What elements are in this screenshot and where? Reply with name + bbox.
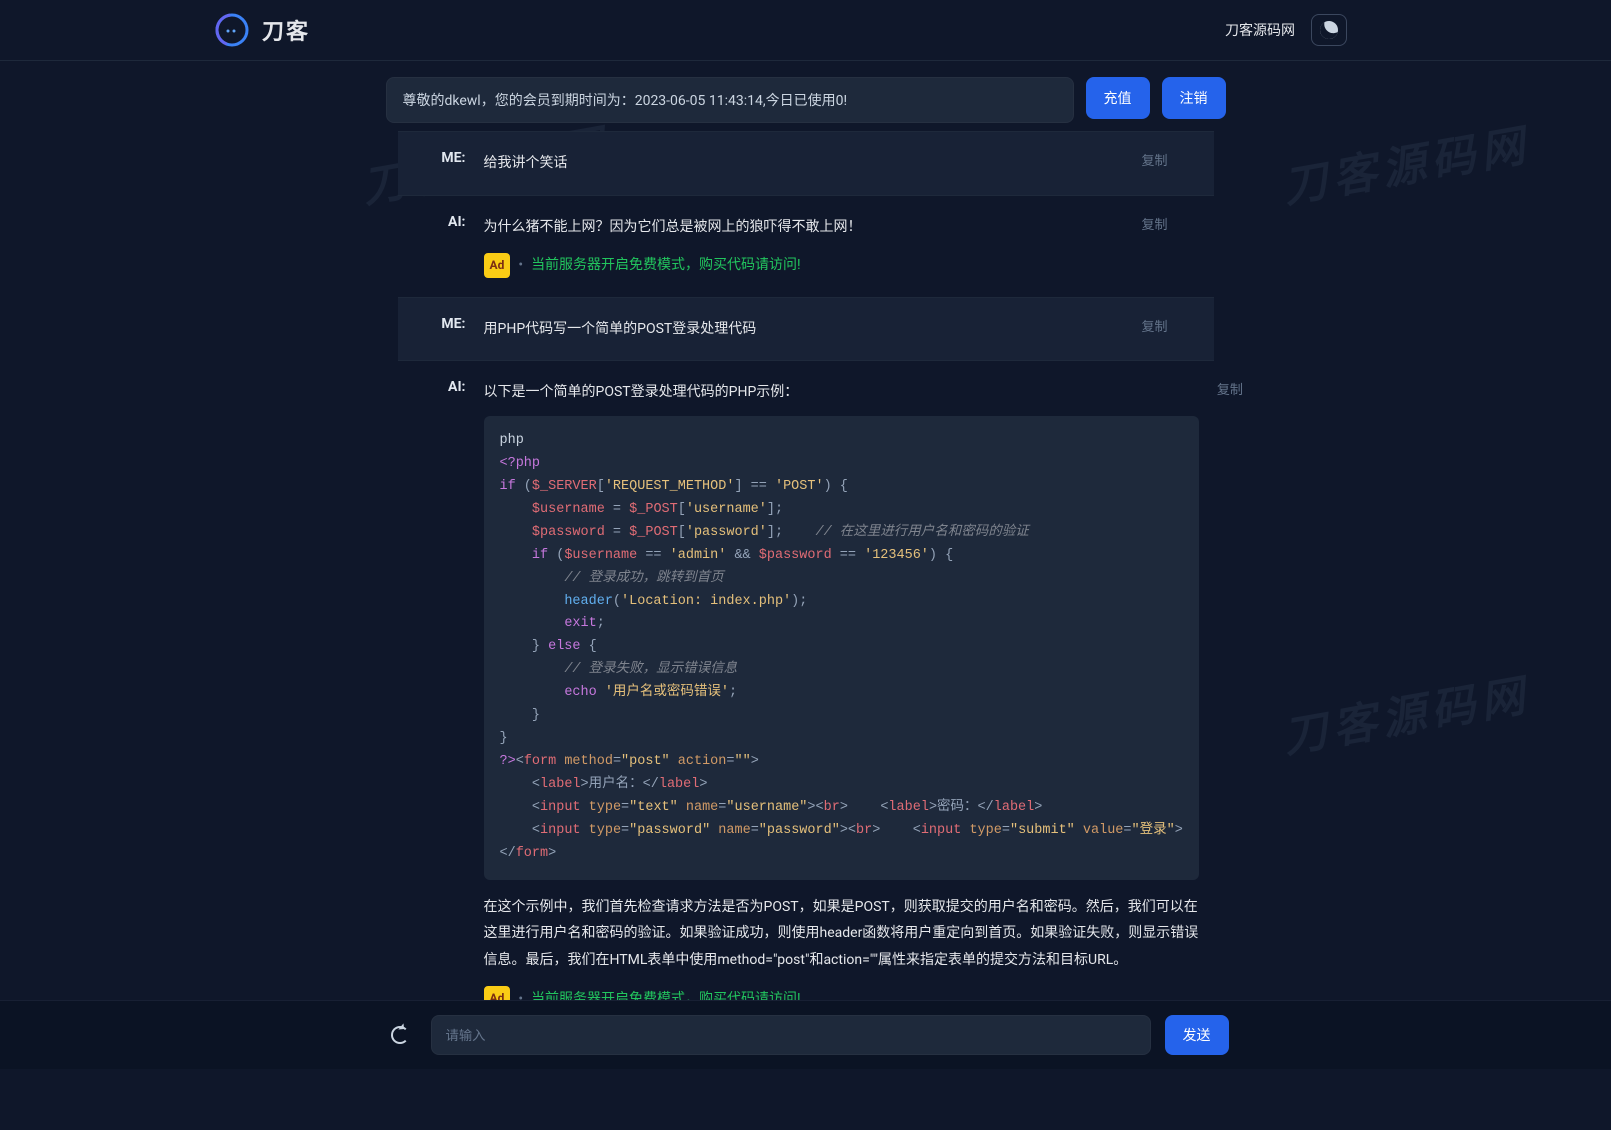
message-text: 给我讲个笑话 (484, 150, 1124, 177)
logout-button[interactable]: 注销 (1162, 77, 1226, 119)
nav-link-source-site[interactable]: 刀客源码网 (1221, 14, 1299, 46)
theme-toggle[interactable] (1311, 14, 1347, 46)
brand-name: 刀客 (262, 14, 310, 46)
ad-row: Ad • 当前服务器开启免费模式，购买代码请访问! (484, 252, 1124, 279)
message-ai: AI: 为什么猪不能上网？因为它们总是被网上的狼吓得不敢上网！ Ad • 当前服务器开启… (398, 196, 1214, 297)
reset-icon (391, 1026, 409, 1044)
send-button[interactable]: 发送 (1165, 1015, 1229, 1055)
message-outro: 在这个示例中，我们首先检查请求方法是否为POST，如果是POST，则获取提交的用… (484, 894, 1199, 974)
speaker-label: AI: (422, 214, 466, 279)
reset-button[interactable] (383, 1018, 417, 1052)
message-ai: AI: 以下是一个简单的POST登录处理代码的PHP示例： php <?php if… (398, 361, 1214, 1030)
speaker-label: AI: (422, 379, 466, 1012)
message-intro: 以下是一个简单的POST登录处理代码的PHP示例： (484, 379, 1199, 406)
conversation: ME:给我讲个笑话复制AI:为什么猪不能上网？因为它们总是被网上的狼吓得不敢上网… (0, 131, 1611, 1130)
app-root: 刀客源码网 刀客源码网 刀客源码网 刀客 刀客源码网 尊敬的dkewl，您的会员… (0, 0, 1611, 1130)
membership-status: 尊敬的dkewl，您的会员到期时间为：2023-06-05 11:43:14,今… (386, 77, 1074, 123)
composer: 发送 (0, 1000, 1611, 1069)
membership-bar: 尊敬的dkewl，您的会员到期时间为：2023-06-05 11:43:14,今… (0, 61, 1611, 131)
message-body: 用PHP代码写一个简单的POST登录处理代码 (484, 316, 1124, 343)
brand: 刀客 (24, 12, 310, 48)
message-text: 为什么猪不能上网？因为它们总是被网上的狼吓得不敢上网！ (484, 214, 1124, 241)
copy-button[interactable]: 复制 (1142, 150, 1190, 177)
ad-link[interactable]: 当前服务器开启免费模式，购买代码请访问! (531, 252, 801, 279)
ad-dot: • (518, 252, 523, 279)
message-text: 用PHP代码写一个简单的POST登录处理代码 (484, 316, 1124, 343)
topbar: 刀客 刀客源码网 (0, 0, 1611, 61)
message-body: 为什么猪不能上网？因为它们总是被网上的狼吓得不敢上网！ Ad • 当前服务器开启免费模… (484, 214, 1124, 279)
moon-icon (1317, 18, 1340, 41)
message-input[interactable] (431, 1015, 1151, 1055)
copy-button[interactable]: 复制 (1142, 316, 1190, 343)
copy-button[interactable]: 复制 (1142, 214, 1190, 279)
brand-logo-icon (214, 12, 250, 48)
speaker-label: ME: (422, 316, 466, 343)
recharge-button[interactable]: 充值 (1086, 77, 1150, 119)
code-block: php <?php if ($_SERVER['REQUEST_METHOD']… (484, 416, 1199, 880)
message-body: 给我讲个笑话 (484, 150, 1124, 177)
copy-button[interactable]: 复制 (1217, 379, 1265, 1012)
ad-badge: Ad (484, 253, 511, 278)
message-me: ME: 用PHP代码写一个简单的POST登录处理代码复制 (398, 297, 1214, 362)
message-body: 以下是一个简单的POST登录处理代码的PHP示例： php <?php if ($… (484, 379, 1199, 1012)
speaker-label: ME: (422, 150, 466, 177)
message-me: ME: 给我讲个笑话复制 (398, 131, 1214, 196)
